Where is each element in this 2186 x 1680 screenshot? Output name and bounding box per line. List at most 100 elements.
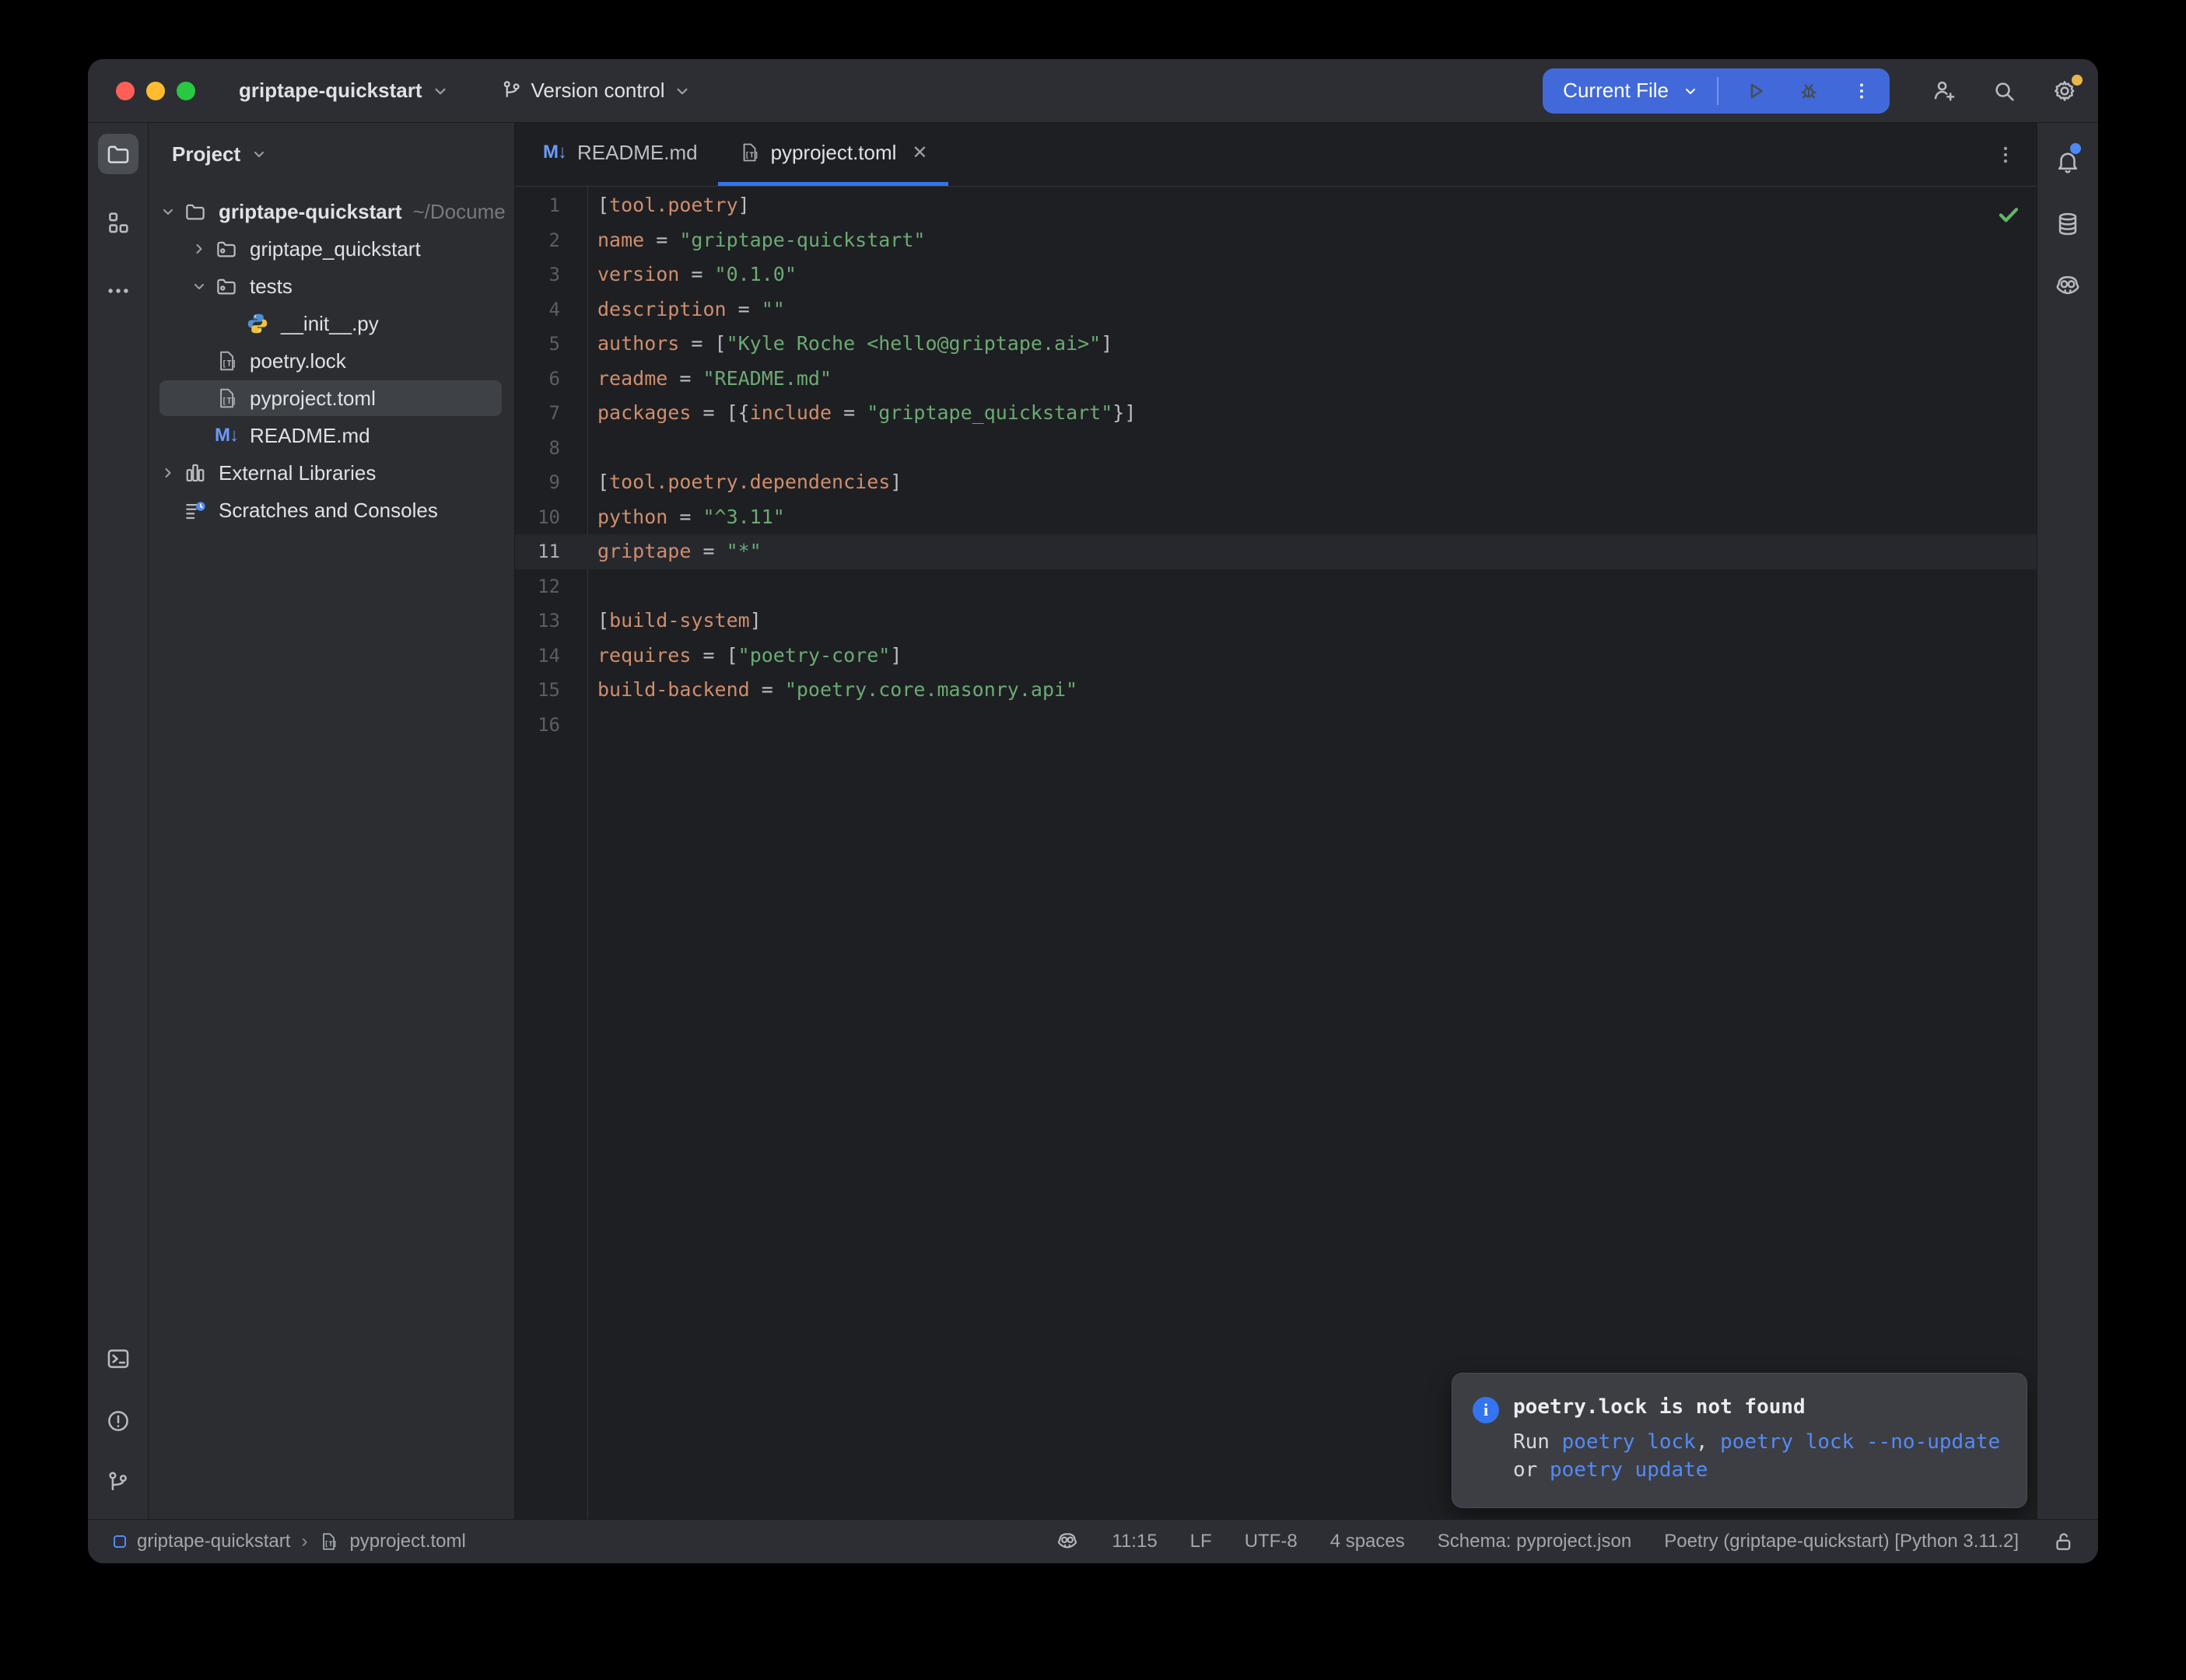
line-number[interactable]: 6 [515,362,560,397]
code-line[interactable]: 2name = "griptape-quickstart" [515,223,2037,258]
code-line[interactable]: 4description = "" [515,292,2037,327]
code-line[interactable]: 7packages = [{include = "griptape_quicks… [515,396,2037,431]
tree-item-label: pyproject.toml [250,387,376,411]
code-line[interactable]: 1 [tool.poetry] [515,188,2037,223]
line-number[interactable]: 4 [515,292,560,327]
schema-widget[interactable]: Schema: pyproject.json [1438,1531,1631,1552]
chevron-down-icon[interactable] [155,202,181,221]
code-token: = [ [679,332,726,355]
poetry-lock-no-update-link[interactable]: poetry lock --no-update [1720,1430,2000,1454]
code-line[interactable]: 8 [515,431,2037,466]
add-user-button[interactable] [1930,78,1957,104]
search-everywhere-button[interactable] [1991,78,2017,104]
code-line-text: python = "^3.11" [597,500,785,535]
markdown-file-icon: M↓ [543,142,566,163]
chevron-right-icon[interactable] [155,464,181,482]
tree-item[interactable]: tests [149,268,514,305]
settings-gear-button[interactable] [2051,78,2078,104]
tree-item[interactable]: __init__.py [149,305,514,342]
project-selector[interactable]: griptape-quickstart [239,79,450,103]
tab-readme[interactable]: M↓ README.md [523,123,718,186]
line-number[interactable]: 16 [515,708,560,743]
code-line[interactable]: 9[tool.poetry.dependencies] [515,465,2037,500]
info-icon: i [1473,1395,1499,1484]
line-number[interactable]: 11 [515,534,560,569]
notification-title: poetry.lock is not found [1513,1395,2006,1419]
tree-item[interactable]: [T]poetry.lock [149,342,514,380]
run-widget[interactable]: Current File [1543,68,1890,114]
code-line[interactable]: 12 [515,569,2037,604]
breadcrumb-file[interactable]: pyproject.toml [349,1531,465,1552]
debug-button[interactable] [1788,72,1829,110]
line-number[interactable]: 7 [515,396,560,431]
code-line[interactable]: 3version = "0.1.0" [515,257,2037,292]
tree-item[interactable]: [T]pyproject.toml [149,380,514,417]
tab-pyproject[interactable]: [T] pyproject.toml ✕ [718,123,948,186]
code-editor[interactable]: 1 [tool.poetry]2name = "griptape-quicksta… [515,187,2037,1519]
code-line[interactable]: 16 [515,708,2037,743]
tree-item[interactable]: Scratches and Consoles [149,492,514,529]
tree-item-label: Scratches and Consoles [219,499,438,523]
poetry-update-link[interactable]: poetry update [1550,1458,1708,1482]
breadcrumb-root[interactable]: griptape-quickstart [137,1531,290,1552]
code-line[interactable]: 13[build-system] [515,604,2037,639]
code-token: ] [890,644,902,667]
close-button[interactable] [116,82,135,100]
tree-item[interactable]: External Libraries [149,454,514,492]
database-tool-button[interactable] [2055,204,2081,244]
more-run-options-button[interactable] [1841,72,1882,110]
tree-item-path: ~/Docume [413,200,506,224]
cursor-position-widget[interactable]: 11:15 [1112,1531,1157,1552]
line-number[interactable]: 3 [515,257,560,292]
code-line-text: [tool.poetry] [597,188,750,223]
line-number[interactable]: 12 [515,569,560,604]
problems-tool-button[interactable] [105,1401,131,1441]
line-number[interactable]: 8 [515,431,560,466]
project-panel-header[interactable]: Project [149,135,514,173]
svg-text:[T]: [T] [324,1540,338,1549]
run-config-label[interactable]: Current File [1563,79,1669,103]
run-button[interactable] [1736,72,1776,110]
notifications-bell-button[interactable] [2055,142,2081,182]
minimize-button[interactable] [146,82,165,100]
zoom-button[interactable] [177,82,195,100]
line-number[interactable]: 5 [515,327,560,362]
code-line[interactable]: 15build-backend = "poetry.core.masonry.a… [515,673,2037,708]
terminal-tool-button[interactable] [105,1339,131,1379]
code-line[interactable]: 14requires = ["poetry-core"] [515,639,2037,674]
line-number[interactable]: 14 [515,639,560,674]
line-number[interactable]: 1 [515,188,560,223]
close-tab-icon[interactable]: ✕ [912,142,927,164]
project-tool-button[interactable] [98,134,138,174]
git-tool-button[interactable] [105,1463,131,1503]
svg-text:[T]: [T] [744,151,758,159]
chevron-down-icon[interactable] [186,277,212,296]
line-number[interactable]: 9 [515,465,560,500]
code-line[interactable]: 11griptape = "*" [515,534,2037,569]
interpreter-widget[interactable]: Poetry (griptape-quickstart) [Python 3.1… [1664,1531,2019,1552]
code-line[interactable]: 10 python = "^3.11" [515,500,2037,535]
tree-item[interactable]: M↓README.md [149,417,514,454]
copilot-tool-button[interactable] [2054,266,2082,306]
line-number[interactable]: 13 [515,604,560,639]
tab-options-button[interactable] [1995,123,2037,186]
copilot-status-icon[interactable] [1056,1530,1079,1553]
code-token: requires [597,644,691,667]
tree-item[interactable]: griptape-quickstart~/Docume [149,193,514,230]
encoding-widget[interactable]: UTF-8 [1245,1531,1298,1552]
vcs-widget[interactable]: Version control [500,79,693,103]
tree-item[interactable]: griptape_quickstart [149,230,514,268]
indent-widget[interactable]: 4 spaces [1330,1531,1405,1552]
lock-open-icon[interactable] [2051,1530,2075,1553]
chevron-right-icon[interactable] [186,240,212,258]
line-number[interactable]: 15 [515,673,560,708]
line-number[interactable]: 10 [515,500,560,535]
line-number[interactable]: 2 [515,223,560,258]
code-line[interactable]: 6readme = "README.md" [515,362,2037,397]
structure-tool-button[interactable] [105,202,131,243]
code-line[interactable]: 5authors = ["Kyle Roche <hello@griptape.… [515,327,2037,362]
more-tool-windows-button[interactable] [105,271,131,311]
inspections-ok-icon[interactable] [1996,202,2021,227]
poetry-lock-link[interactable]: poetry lock [1562,1430,1696,1454]
line-ending-widget[interactable]: LF [1190,1531,1212,1552]
